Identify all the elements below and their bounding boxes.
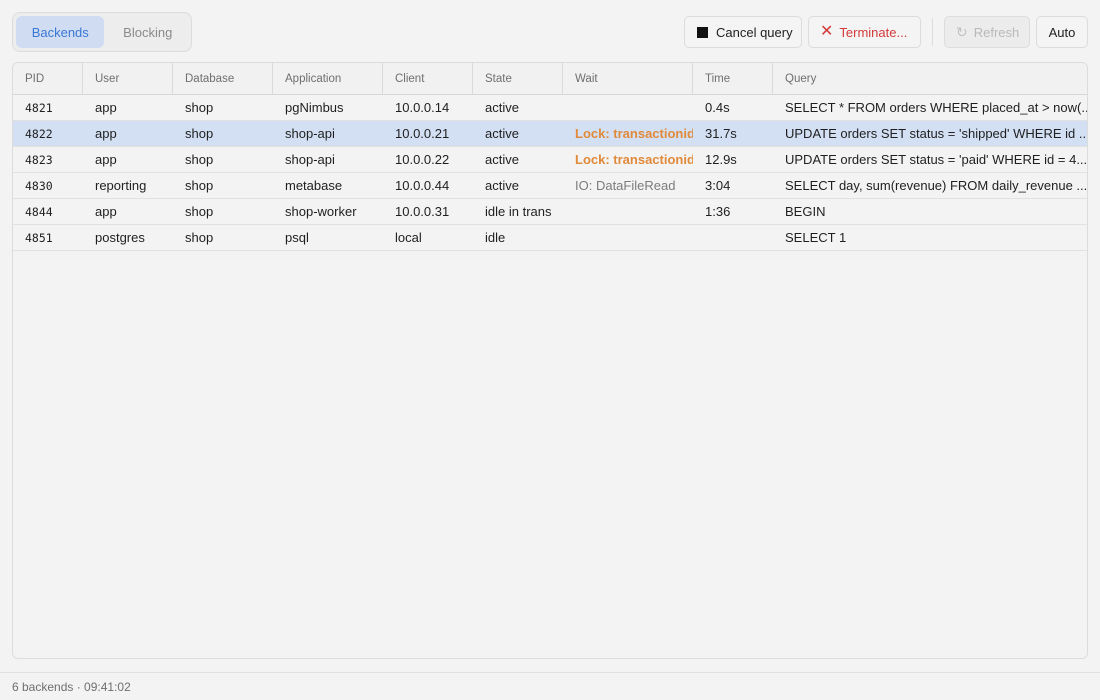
toolbar-divider	[932, 18, 933, 46]
cell-state: active	[485, 152, 519, 167]
auto-label: Auto	[1048, 24, 1076, 40]
cell-state: active	[485, 126, 519, 141]
cell-pid: 4822	[25, 126, 53, 141]
cell-query: BEGIN	[785, 204, 826, 219]
cell-pid: 4851	[25, 230, 53, 245]
column-header-client[interactable]: Client	[383, 63, 473, 94]
cell-wait	[563, 95, 693, 120]
cell-database: shop	[185, 152, 214, 167]
cell-time	[693, 225, 773, 250]
cell-time: 31.7s	[705, 126, 737, 141]
cell-client: 10.0.0.14	[395, 100, 450, 115]
status-bar: 6 backends · 09:41:02	[0, 672, 1100, 700]
cell-pid: 4844	[25, 204, 53, 219]
terminate-button[interactable]: ✕ Terminate...	[808, 16, 921, 48]
cell-wait	[563, 199, 693, 224]
cell-state: active	[485, 100, 519, 115]
cell-pid: 4823	[25, 152, 53, 167]
cell-client: 10.0.0.22	[395, 152, 450, 167]
cell-client: local	[395, 230, 422, 245]
column-header-pid[interactable]: PID	[13, 63, 83, 94]
cell-user: postgres	[95, 230, 145, 245]
table-row[interactable]: 4821 app shop pgNimbus 10.0.0.14 active 0.4s SE…	[13, 95, 1087, 121]
cell-wait: Lock: transactionid	[575, 152, 693, 167]
cell-application: shop-worker	[285, 204, 357, 219]
table-row[interactable]: 4823 app shop shop-api 10.0.0.22 active Lock: …	[13, 147, 1087, 173]
table-row[interactable]: 4851 postgres shop psql local idle SELECT 1	[13, 225, 1087, 251]
cell-state: idle in trans	[485, 204, 552, 219]
cell-pid: 4821	[25, 100, 53, 115]
column-header-state[interactable]: State	[473, 63, 563, 94]
column-header-database[interactable]: Database	[173, 63, 273, 94]
cell-wait: IO: DataFileRead	[575, 178, 676, 193]
cell-query: UPDATE orders SET status = 'shipped' WHE…	[785, 126, 1087, 141]
status-text: 6 backends · 09:41:02	[12, 679, 131, 694]
cell-time: 1:36	[705, 204, 731, 219]
close-x-icon: ✕	[820, 23, 834, 40]
cell-user: reporting	[95, 178, 147, 193]
cell-application: pgNimbus	[285, 100, 344, 115]
cell-database: shop	[185, 204, 214, 219]
cancel-query-button[interactable]: Cancel query	[684, 16, 802, 48]
cell-application: shop-api	[285, 126, 335, 141]
terminate-label: Terminate...	[839, 24, 908, 40]
tab-backends[interactable]: Backends	[16, 16, 105, 48]
auto-refresh-toggle[interactable]: Auto	[1036, 16, 1088, 48]
cell-query: SELECT 1	[785, 230, 847, 245]
cell-user: app	[95, 152, 117, 167]
cell-user: app	[95, 126, 117, 141]
cell-database: shop	[185, 126, 214, 141]
cell-wait	[563, 225, 693, 250]
tab-blocking[interactable]: Blocking	[107, 16, 188, 48]
column-header-application[interactable]: Application	[273, 63, 383, 94]
column-header-time[interactable]: Time	[693, 63, 773, 94]
cell-database: shop	[185, 178, 214, 193]
column-header-wait[interactable]: Wait	[563, 63, 693, 94]
cell-time: 12.9s	[705, 152, 737, 167]
cell-state: active	[485, 178, 519, 193]
cell-wait: Lock: transactionid	[575, 126, 693, 141]
cell-time: 3:04	[705, 178, 731, 193]
backends-table: PID User Database Application Client Sta…	[12, 62, 1088, 659]
cell-time: 0.4s	[705, 100, 730, 115]
cell-application: shop-api	[285, 152, 335, 167]
cell-database: shop	[185, 230, 214, 245]
cell-state: idle	[485, 230, 506, 245]
cell-query: SELECT day, sum(revenue) FROM daily_reve…	[785, 178, 1087, 193]
table-header: PID User Database Application Client Sta…	[13, 63, 1087, 95]
cell-application: psql	[285, 230, 309, 245]
cell-client: 10.0.0.21	[395, 126, 450, 141]
refresh-label: Refresh	[973, 24, 1020, 40]
column-header-user[interactable]: User	[83, 63, 173, 94]
cell-client: 10.0.0.44	[395, 178, 450, 193]
cell-query: UPDATE orders SET status = 'paid' WHERE …	[785, 152, 1087, 167]
table-row[interactable]: 4822 app shop shop-api 10.0.0.21 active Lock: …	[13, 121, 1087, 147]
refresh-icon: ↻	[956, 23, 968, 40]
view-tabs: Backends Blocking	[12, 12, 192, 52]
table-row[interactable]: 4830 reporting shop metabase 10.0.0.44 active…	[13, 173, 1087, 199]
cell-database: shop	[185, 100, 214, 115]
cell-user: app	[95, 100, 117, 115]
stop-square-icon	[697, 26, 708, 38]
cancel-query-label: Cancel query	[716, 24, 793, 40]
refresh-button[interactable]: ↻ Refresh	[944, 16, 1030, 48]
cell-user: app	[95, 204, 117, 219]
cell-application: metabase	[285, 178, 343, 193]
cell-query: SELECT * FROM orders WHERE placed_at > n…	[785, 100, 1087, 115]
column-header-query[interactable]: Query	[773, 63, 1087, 94]
table-row[interactable]: 4844 app shop shop-worker 10.0.0.31 idle in t…	[13, 199, 1087, 225]
cell-pid: 4830	[25, 178, 53, 193]
cell-client: 10.0.0.31	[395, 204, 450, 219]
